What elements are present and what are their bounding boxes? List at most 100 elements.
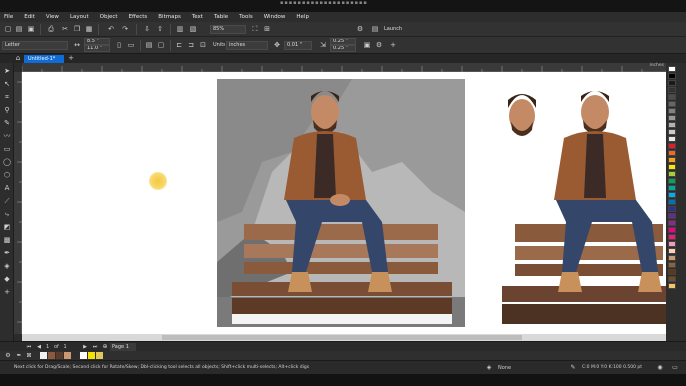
color-swatch[interactable] [668,80,676,86]
add-tool-icon[interactable]: + [2,287,12,297]
vertical-ruler[interactable] [14,72,22,334]
home-icon[interactable]: ⌂ [13,54,23,63]
color-swatch[interactable] [668,66,676,72]
app-icon[interactable]: ◉ [655,363,665,373]
document-color-swatch[interactable] [88,352,95,359]
drop-shadow-icon[interactable]: ◩ [2,222,12,232]
menu-layout[interactable]: Layout [70,14,89,20]
eyedropper-icon[interactable]: ✒ [2,248,12,258]
polygon-tool-icon[interactable]: ⬡ [2,170,12,180]
ellipse-tool-icon[interactable]: ◯ [2,157,12,167]
menu-view[interactable]: View [46,14,59,20]
horizontal-scrollbar[interactable] [22,334,666,341]
copy-icon[interactable]: ❐ [72,24,82,34]
drawing-canvas[interactable] [22,72,666,334]
fill-icon[interactable]: ◈ [484,363,494,373]
menu-window[interactable]: Window [264,14,286,20]
undo-icon[interactable]: ↶ [106,24,116,34]
landscape-icon[interactable]: ▭ [126,40,136,50]
treat-as-filled-icon[interactable]: ▣ [362,40,372,50]
page-width-field[interactable]: 8.5 " [84,38,110,45]
pick-tool-icon[interactable]: ➤ [2,66,12,76]
color-swatch[interactable] [668,136,676,142]
hint-icon[interactable]: ▭ [670,363,680,373]
page-size-select[interactable]: Letter [2,41,68,50]
export-icon[interactable]: ⇧ [155,24,165,34]
print-icon[interactable]: ⎙ [46,24,56,34]
parallel-dimension-icon[interactable]: ⟋ [2,196,12,206]
zoom-level-field[interactable]: 85% [210,25,246,34]
duplicate-y-field[interactable]: 0.25 " [330,45,356,52]
menu-text[interactable]: Text [192,14,203,20]
add-tab-icon[interactable]: + [66,54,76,63]
color-swatch[interactable] [668,157,676,163]
color-swatch[interactable] [668,248,676,254]
align-left-icon[interactable]: ⊏ [174,40,184,50]
rectangle-tool-icon[interactable]: ▭ [2,144,12,154]
color-swatch[interactable] [668,129,676,135]
align-center-icon[interactable]: ⊡ [198,40,208,50]
color-swatch[interactable] [668,178,676,184]
color-swatch[interactable] [668,262,676,268]
launch-icon[interactable]: ▤ [370,24,380,34]
add-icon[interactable]: + [388,40,398,50]
document-color-swatch[interactable] [40,352,47,359]
smart-fill-icon[interactable]: ◆ [2,274,12,284]
menu-help[interactable]: Help [296,14,309,20]
import-icon[interactable]: ⇩ [142,24,152,34]
align-right-icon[interactable]: ⊐ [186,40,196,50]
portrait-icon[interactable]: ▯ [114,40,124,50]
zoom-tool-icon[interactable]: ⚲ [2,105,12,115]
scrollbar-thumb[interactable] [162,335,522,340]
eyedropper-icon[interactable]: ✒ [14,351,24,360]
menu-effects[interactable]: Effects [129,14,148,20]
color-swatch[interactable] [668,115,676,121]
color-swatch[interactable] [668,255,676,261]
document-color-swatch[interactable] [80,352,87,359]
snap-icon[interactable]: ⊞ [262,24,272,34]
no-color-icon[interactable]: ⊠ [24,351,34,360]
color-swatch[interactable] [668,143,676,149]
nudge-distance-field[interactable]: 0.01 " [284,41,312,50]
color-swatch[interactable] [668,192,676,198]
connector-tool-icon[interactable]: ⤷ [2,209,12,219]
menu-table[interactable]: Table [214,14,228,20]
page-tab[interactable]: Page 1 [110,343,136,351]
current-page-icon[interactable]: ▢ [156,40,166,50]
color-swatch[interactable] [668,171,676,177]
menu-tools[interactable]: Tools [239,14,253,20]
outline-icon[interactable]: ✎ [568,363,578,373]
color-swatch[interactable] [668,276,676,282]
artistic-media-icon[interactable]: 〰 [2,131,12,141]
all-pages-icon[interactable]: ▤ [144,40,154,50]
horizontal-ruler[interactable]: inches [21,63,666,72]
publish-icon[interactable]: ▧ [188,24,198,34]
page-height-field[interactable]: 11.0 " [84,45,110,52]
gear-icon[interactable]: ⚙ [355,24,365,34]
document-color-swatch[interactable] [48,352,55,359]
open-icon[interactable]: ▤ [14,24,24,34]
color-swatch[interactable] [668,164,676,170]
cutout-head[interactable] [508,94,536,136]
transparency-icon[interactable]: ▩ [2,235,12,245]
pdf-icon[interactable]: ▥ [175,24,185,34]
color-swatch[interactable] [668,283,676,289]
document-color-swatch[interactable] [64,352,71,359]
new-icon[interactable]: ▢ [3,24,13,34]
color-swatch[interactable] [668,206,676,212]
color-swatch[interactable] [668,150,676,156]
freehand-tool-icon[interactable]: ✎ [2,118,12,128]
text-tool-icon[interactable]: A [2,183,12,193]
document-color-swatch[interactable] [96,352,103,359]
interactive-fill-icon[interactable]: ◈ [2,261,12,271]
menu-object[interactable]: Object [100,14,118,20]
redo-icon[interactable]: ↷ [120,24,130,34]
paste-icon[interactable]: ▦ [84,24,94,34]
menu-bitmaps[interactable]: Bitmaps [158,14,181,20]
cut-icon[interactable]: ✂ [60,24,70,34]
color-swatch[interactable] [668,241,676,247]
color-swatch[interactable] [668,73,676,79]
color-swatch[interactable] [668,108,676,114]
color-swatch[interactable] [668,234,676,240]
menu-file[interactable]: File [4,14,13,20]
